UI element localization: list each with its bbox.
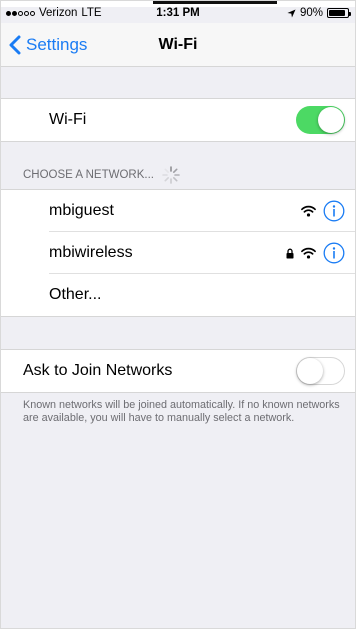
wifi-icon xyxy=(301,247,316,259)
navigation-bar: Settings Wi-Fi xyxy=(1,23,355,67)
network-info-button[interactable] xyxy=(323,200,345,222)
status-bar: Verizon LTE 1:31 PM 90% xyxy=(1,5,355,23)
ask-to-join-toggle[interactable] xyxy=(296,357,345,385)
networks-list: mbiguest mbiwireless Other... xyxy=(1,189,355,317)
ask-to-join-footer: Known networks will be joined automatica… xyxy=(23,399,340,425)
network-icons xyxy=(301,200,345,222)
battery-percent: 90% xyxy=(299,7,323,19)
wifi-icon xyxy=(301,205,316,217)
wifi-row: Wi-Fi xyxy=(1,99,355,141)
network-name: mbiguest xyxy=(49,202,114,219)
networks-section-header: CHOOSE A NETWORK... xyxy=(23,166,180,184)
wifi-toggle-group: Wi-Fi xyxy=(1,98,355,142)
other-network-row[interactable]: Other... xyxy=(1,274,355,316)
wifi-label: Wi-Fi xyxy=(49,111,87,128)
page-title: Wi-Fi xyxy=(158,36,198,53)
status-right: 90% xyxy=(287,7,351,19)
battery-fill xyxy=(329,10,346,16)
network-row[interactable]: mbiwireless xyxy=(1,232,355,274)
info-icon xyxy=(323,242,345,264)
wifi-settings-screen: Verizon LTE 1:31 PM 90% Settings Wi-Fi W… xyxy=(0,0,356,629)
toggle-knob xyxy=(297,358,323,384)
battery-icon xyxy=(327,8,351,18)
networks-header-label: CHOOSE A NETWORK... xyxy=(23,169,154,181)
other-network-label: Other... xyxy=(49,286,102,303)
ask-to-join-group: Ask to Join Networks xyxy=(1,349,355,393)
network-row[interactable]: mbiguest xyxy=(1,190,355,232)
lock-icon xyxy=(286,248,294,258)
ask-to-join-label: Ask to Join Networks xyxy=(23,362,173,379)
network-name: mbiwireless xyxy=(49,244,133,261)
location-arrow-icon xyxy=(287,8,296,18)
wifi-toggle[interactable] xyxy=(296,106,345,134)
spinner-icon xyxy=(162,166,180,184)
info-icon xyxy=(323,200,345,222)
network-info-button[interactable] xyxy=(323,242,345,264)
network-icons xyxy=(286,242,345,264)
ask-to-join-row: Ask to Join Networks xyxy=(1,350,355,392)
toggle-knob xyxy=(318,107,344,133)
